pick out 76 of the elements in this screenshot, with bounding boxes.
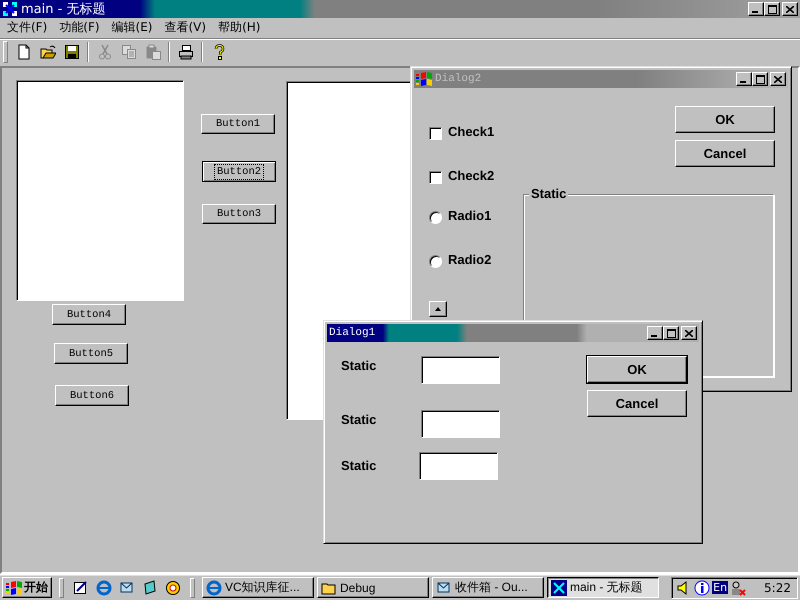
push-button[interactable]: Button2 [202,161,276,182]
app-icon [2,1,18,17]
browser-icon[interactable] [96,580,112,596]
new-file-icon [16,44,32,60]
input-field[interactable] [421,410,500,438]
close-button[interactable] [782,2,798,16]
scissors-icon [96,44,112,60]
push-button[interactable]: Button3 [202,204,276,224]
dialog-button[interactable]: Cancel [587,390,687,417]
browser-icon [206,580,222,596]
up-arrow-icon [435,307,441,311]
push-button[interactable]: Button6 [55,385,129,406]
dialog-button[interactable]: Cancel [675,140,775,167]
push-button[interactable]: Button5 [54,343,128,364]
menu-item[interactable]: 查看(V) [158,18,212,37]
close-button[interactable] [681,326,697,340]
checkbox[interactable] [429,171,442,184]
info-icon[interactable] [694,580,710,596]
maximize-button[interactable] [752,72,768,86]
taskbar-button[interactable]: main - 无标题 [547,577,659,598]
language-indicator[interactable]: En [712,581,728,594]
close-icon [786,6,794,12]
minimize-button[interactable] [748,2,764,16]
desktop-icon[interactable] [73,580,89,596]
printer-icon [178,44,194,60]
menu-item[interactable]: 文件(F) [1,18,54,37]
close-icon [685,330,693,336]
input-field[interactable] [421,356,500,384]
checkbox[interactable] [429,127,442,140]
channel-icon[interactable] [142,580,158,596]
maximize-icon [666,328,676,338]
dialog-title: Dialog1 [329,327,376,339]
window-title: main - 无标题 [21,1,106,18]
radio-button[interactable] [429,211,442,224]
static-label: Static [341,358,376,373]
start-button[interactable]: 开始 [2,577,52,598]
radio-label: Radio2 [448,252,492,267]
minimize-button[interactable] [736,72,752,86]
dialog-button[interactable]: OK [587,356,687,383]
static-label: Static [341,458,376,473]
static-label: Static [341,412,376,427]
radio-button[interactable] [429,255,442,268]
close-icon [774,76,782,82]
copy-icon [120,44,136,60]
windows-logo-icon [416,72,432,86]
maximize-button[interactable] [764,2,780,16]
push-button[interactable]: Button1 [201,114,275,134]
input-field[interactable] [419,452,498,480]
push-button[interactable]: Button4 [52,304,126,325]
clipboard-icon [144,44,160,60]
checkbox-label: Check2 [448,168,494,183]
taskbar-button[interactable]: Debug [317,577,429,598]
maximize-icon [756,74,764,84]
minimize-button[interactable] [647,326,663,340]
app-icon [551,580,567,596]
maximize-button[interactable] [663,326,679,340]
clock: 5:22 [764,580,791,594]
menu-item[interactable]: 功能(F) [53,18,106,37]
folder-icon [40,44,56,60]
network-icon[interactable] [730,580,746,596]
dialog-title: Dialog2 [435,73,482,85]
menu-item[interactable]: 帮助(H) [212,18,266,37]
taskbar-button[interactable]: 收件箱 - Ou... [432,577,544,598]
taskbar-button[interactable]: VC知识库征... [202,577,314,598]
mail-icon[interactable] [119,580,135,596]
close-button[interactable] [770,72,786,86]
dialog-button[interactable]: OK [675,106,775,133]
mail-icon [436,580,452,596]
checkbox-label: Check1 [448,124,494,139]
menu-item[interactable]: 编辑(E) [106,18,158,37]
media-player-icon[interactable] [165,580,181,596]
radio-label: Radio1 [448,208,492,223]
group-box-label: Static [529,186,568,201]
spin-up-button[interactable] [429,301,447,317]
maximize-icon [768,4,776,14]
windows-logo-icon [6,580,22,594]
